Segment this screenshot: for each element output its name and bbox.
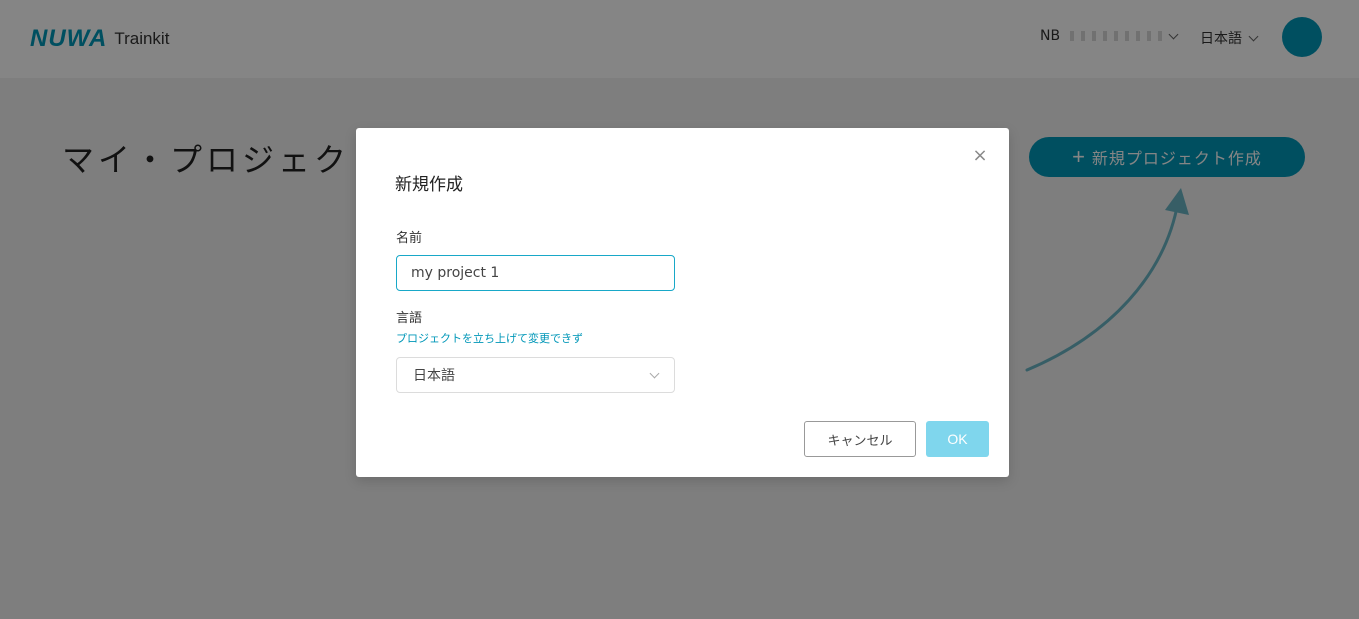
language-label: 言語 (396, 311, 423, 326)
cancel-button[interactable]: キャンセル (804, 421, 916, 457)
name-label: 名前 (396, 231, 423, 246)
language-select-value: 日本語 (413, 368, 455, 384)
close-icon[interactable]: × (972, 147, 988, 165)
chevron-down-icon (649, 368, 660, 378)
project-name-input[interactable] (396, 255, 675, 291)
language-select[interactable]: 日本語 (396, 357, 675, 393)
dialog-title: 新規作成 (395, 175, 463, 195)
new-project-dialog: × 新規作成 名前 言語 プロジェクトを立ち上げて変更できず 日本語 キャンセル… (356, 128, 1009, 477)
ok-button[interactable]: OK (926, 421, 989, 457)
language-hint: プロジェクトを立ち上げて変更できず (396, 332, 583, 345)
